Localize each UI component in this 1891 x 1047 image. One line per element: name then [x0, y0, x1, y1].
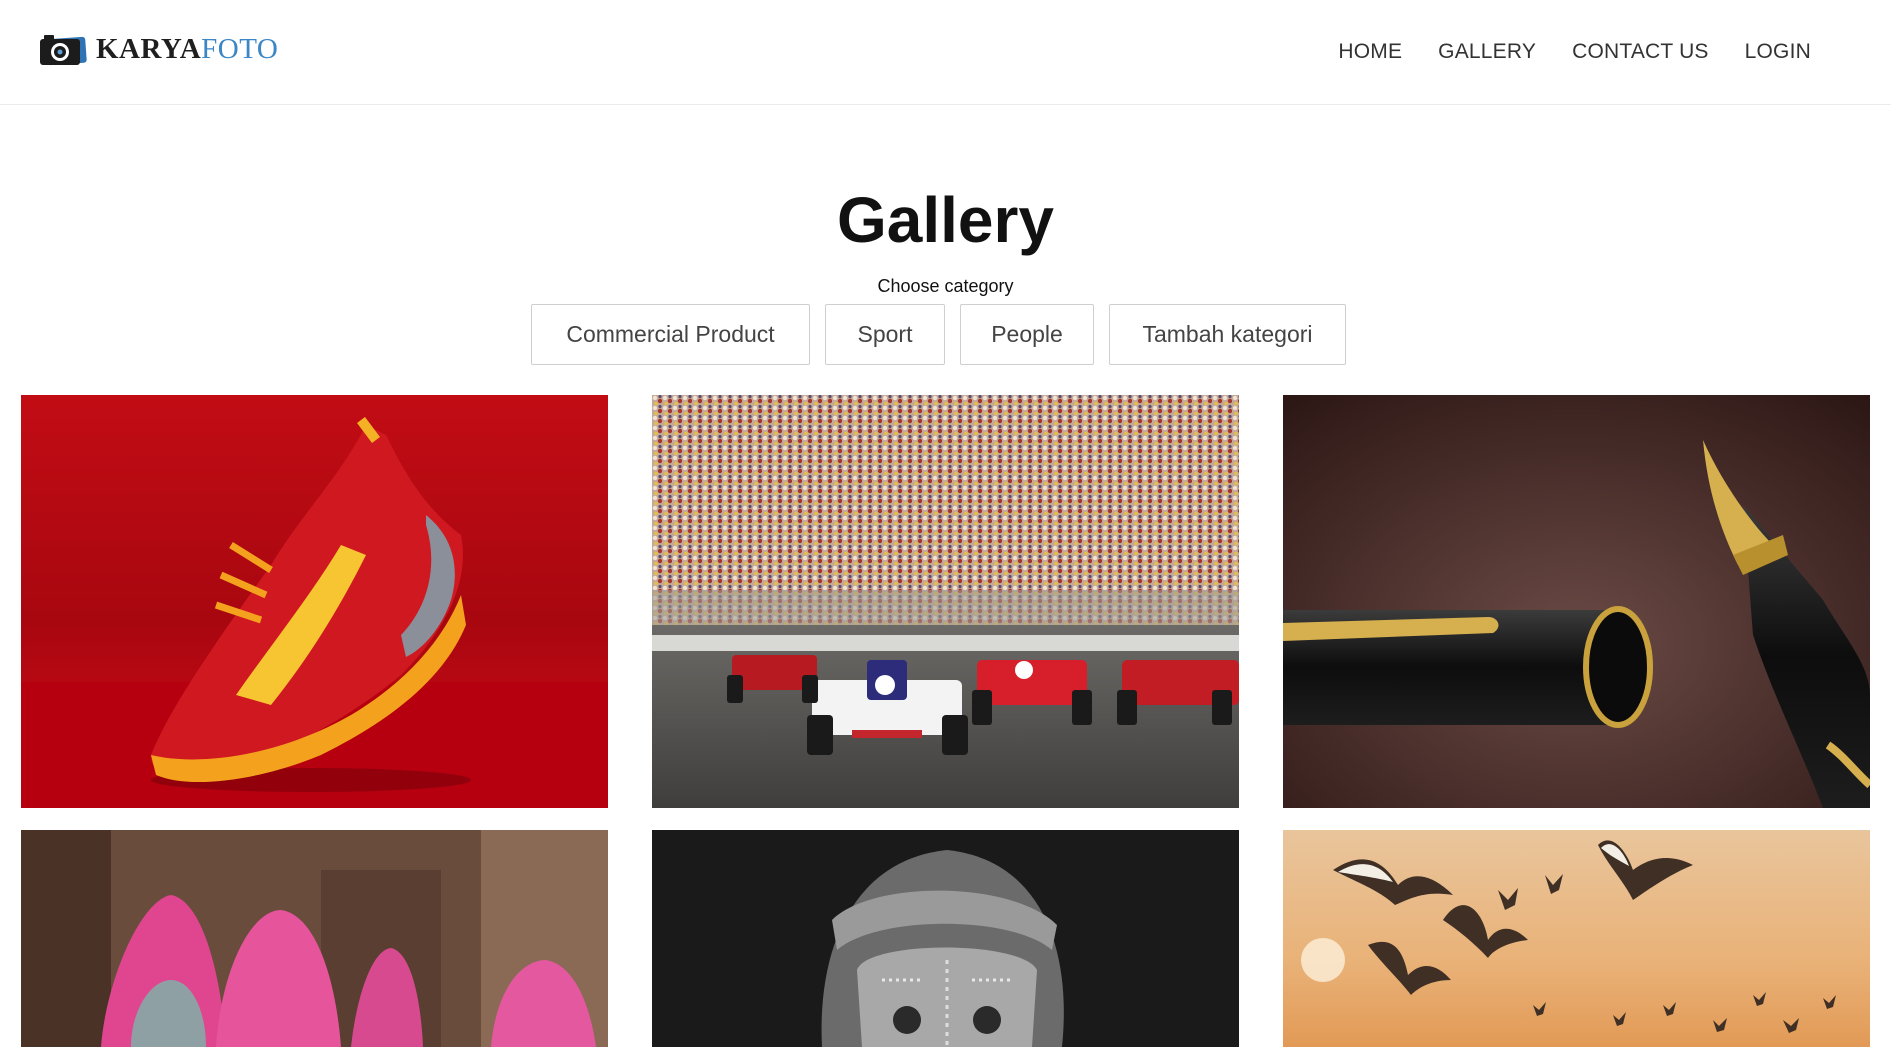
- gallery-photo-portrait[interactable]: [652, 830, 1239, 1047]
- saris-image: [21, 830, 608, 1047]
- category-prompt: Choose category: [877, 276, 1014, 296]
- gallery-photo-race[interactable]: [652, 395, 1239, 808]
- nav-home[interactable]: HOME: [1338, 36, 1402, 68]
- nav-gallery[interactable]: GALLERY: [1438, 36, 1536, 68]
- gallery-photo-birds[interactable]: [1283, 830, 1870, 1047]
- category-commercial-product-button[interactable]: Commercial Product: [531, 304, 810, 365]
- category-filter: Commercial Product Sport People Tambah k…: [531, 304, 1346, 365]
- add-category-button[interactable]: Tambah kategori: [1109, 304, 1346, 365]
- pen-image: [1283, 395, 1870, 808]
- site-header: KARYAFOTO HOME GALLERY CONTACT US LOGIN: [0, 0, 1891, 105]
- nav-login[interactable]: LOGIN: [1745, 36, 1811, 68]
- race-image: [652, 395, 1239, 808]
- brand-name-part2: FOTO: [201, 33, 279, 65]
- page-title: Gallery: [836, 184, 1055, 256]
- gallery-photo-shoe[interactable]: [21, 395, 608, 808]
- category-sport-button[interactable]: Sport: [825, 304, 945, 365]
- portrait-image: [652, 830, 1239, 1047]
- camera-icon: [40, 35, 87, 66]
- category-people-button[interactable]: People: [960, 304, 1094, 365]
- gallery-photo-pen[interactable]: [1283, 395, 1870, 808]
- brand-name: KARYAFOTO: [96, 30, 278, 68]
- birds-image: [1283, 830, 1870, 1047]
- main-nav: HOME GALLERY CONTACT US LOGIN: [1338, 36, 1811, 68]
- brand-name-part1: KARYA: [96, 33, 202, 65]
- site-logo[interactable]: KARYAFOTO: [38, 30, 278, 68]
- nav-contact-us[interactable]: CONTACT US: [1572, 36, 1709, 68]
- gallery-photo-saris[interactable]: [21, 830, 608, 1047]
- shoe-image: [21, 395, 608, 808]
